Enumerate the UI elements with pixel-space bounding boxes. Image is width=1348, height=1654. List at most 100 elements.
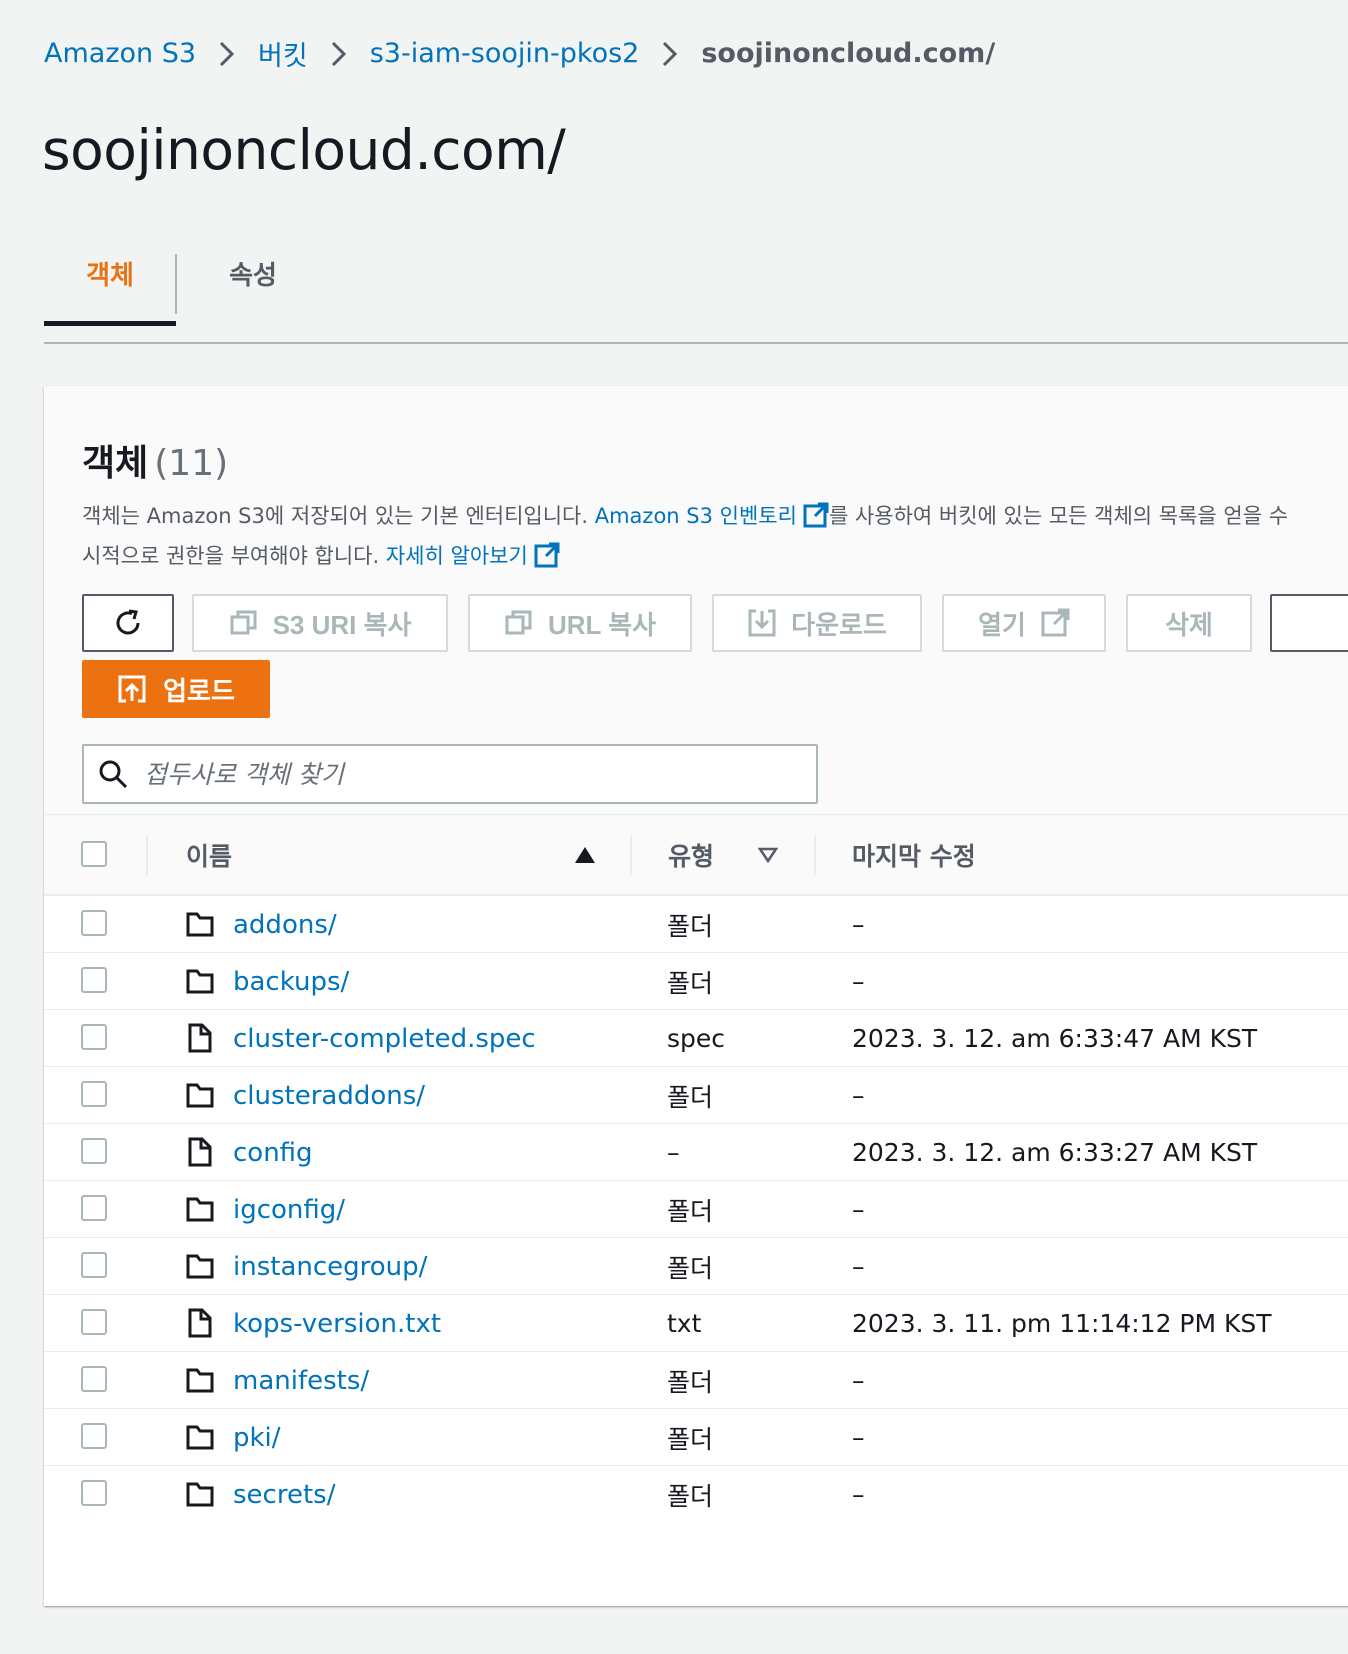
refresh-icon bbox=[116, 609, 140, 635]
object-link[interactable]: manifests/ bbox=[233, 1352, 369, 1409]
page-title: soojinoncloud.com/ bbox=[42, 118, 566, 182]
upload-button[interactable]: 업로드 bbox=[82, 660, 270, 718]
object-last-modified: – bbox=[852, 1366, 865, 1395]
panel-header: 객체 (11) 객체는 Amazon S3에 저장되어 있는 기본 엔터티입니다.… bbox=[44, 386, 1348, 858]
object-type: 폴더 bbox=[667, 1424, 714, 1454]
download-icon bbox=[748, 609, 776, 637]
object-last-modified: 2023. 3. 11. pm 11:14:12 PM KST bbox=[852, 1309, 1272, 1338]
breadcrumb: Amazon S3 버킷 s3-iam-soojin-pkos2 soojino… bbox=[44, 34, 995, 73]
panel-title: 객체 (11) bbox=[82, 434, 228, 486]
column-header-type[interactable]: 유형 bbox=[668, 815, 808, 895]
learn-more-link[interactable]: 자세히 알아보기 bbox=[386, 544, 528, 568]
row-checkbox[interactable] bbox=[81, 910, 107, 936]
table-row: config – 2023. 3. 12. am 6:33:27 AM KST bbox=[44, 1124, 1348, 1181]
object-last-modified: – bbox=[852, 967, 865, 996]
breadcrumb-bucket[interactable]: s3-iam-soojin-pkos2 bbox=[370, 38, 640, 69]
tab-bar: 객체 속성 bbox=[44, 240, 1348, 344]
table-row: instancegroup/ 폴더 – bbox=[44, 1238, 1348, 1295]
row-checkbox[interactable] bbox=[81, 1195, 107, 1221]
column-separator bbox=[814, 835, 816, 875]
folder-icon bbox=[186, 1197, 214, 1222]
row-checkbox[interactable] bbox=[81, 1138, 107, 1164]
object-last-modified: – bbox=[852, 1423, 865, 1452]
object-link[interactable]: secrets/ bbox=[233, 1466, 335, 1523]
folder-icon bbox=[186, 1425, 214, 1450]
row-checkbox[interactable] bbox=[81, 1423, 107, 1449]
breadcrumb-buckets[interactable]: 버킷 bbox=[258, 34, 308, 73]
copy-url-label: URL 복사 bbox=[547, 609, 657, 640]
object-list: addons/ 폴더 – backups/ 폴더 – cluster-compl… bbox=[44, 896, 1348, 1523]
object-type: 폴더 bbox=[667, 968, 714, 998]
tab-divider bbox=[175, 254, 177, 314]
download-button[interactable]: 다운로드 bbox=[712, 594, 922, 652]
object-link[interactable]: backups/ bbox=[233, 953, 349, 1010]
description-text-3: 시적으로 권한을 부여해야 합니다. bbox=[82, 544, 386, 568]
column-separator bbox=[630, 835, 632, 875]
select-all-checkbox[interactable] bbox=[81, 841, 107, 867]
copy-s3-uri-label: S3 URI 복사 bbox=[272, 609, 412, 640]
object-type: 폴더 bbox=[667, 1367, 714, 1397]
table-row: manifests/ 폴더 – bbox=[44, 1352, 1348, 1409]
table-row: cluster-completed.spec spec 2023. 3. 12.… bbox=[44, 1010, 1348, 1067]
table-row: addons/ 폴더 – bbox=[44, 896, 1348, 953]
open-button[interactable]: 열기 bbox=[942, 594, 1106, 652]
upload-label: 업로드 bbox=[163, 675, 235, 706]
column-header-modified-label: 마지막 수정 bbox=[852, 842, 976, 871]
row-checkbox[interactable] bbox=[81, 1024, 107, 1050]
refresh-button[interactable] bbox=[82, 594, 174, 652]
column-header-name-label: 이름 bbox=[186, 842, 233, 871]
column-header-last-modified[interactable]: 마지막 수정 bbox=[852, 815, 976, 895]
object-link[interactable]: igconfig/ bbox=[233, 1181, 345, 1238]
object-link[interactable]: kops-version.txt bbox=[233, 1295, 441, 1352]
object-link[interactable]: cluster-completed.spec bbox=[233, 1010, 536, 1067]
row-checkbox[interactable] bbox=[81, 1252, 107, 1278]
breadcrumb-amazon-s3[interactable]: Amazon S3 bbox=[44, 38, 196, 69]
row-checkbox[interactable] bbox=[81, 1309, 107, 1335]
object-type: txt bbox=[667, 1309, 702, 1338]
tab-properties[interactable]: 속성 bbox=[178, 222, 328, 324]
row-checkbox[interactable] bbox=[81, 967, 107, 993]
object-link[interactable]: config bbox=[233, 1124, 313, 1181]
sort-ascending-icon bbox=[575, 847, 595, 863]
table-header: 이름 유형 마지막 수정 bbox=[44, 814, 1348, 896]
table-row: backups/ 폴더 – bbox=[44, 953, 1348, 1010]
copy-s3-uri-button[interactable]: S3 URI 복사 bbox=[192, 594, 448, 652]
object-link[interactable]: addons/ bbox=[233, 896, 337, 953]
row-checkbox[interactable] bbox=[81, 1081, 107, 1107]
chevron-right-icon bbox=[649, 39, 691, 69]
object-last-modified: – bbox=[852, 1195, 865, 1224]
column-header-type-label: 유형 bbox=[668, 842, 715, 871]
folder-icon bbox=[186, 1368, 214, 1393]
description-text: 객체는 Amazon S3에 저장되어 있는 기본 엔터티입니다. bbox=[82, 504, 595, 528]
external-link-icon[interactable] bbox=[534, 541, 560, 568]
panel-title-text: 객체 bbox=[82, 443, 149, 484]
search-input[interactable] bbox=[144, 759, 804, 789]
actions-button[interactable] bbox=[1270, 594, 1348, 652]
object-type: spec bbox=[667, 1024, 726, 1053]
chevron-right-icon bbox=[206, 39, 248, 69]
folder-icon bbox=[186, 1254, 214, 1279]
copy-icon bbox=[505, 610, 532, 635]
search-icon bbox=[99, 760, 128, 789]
object-link[interactable]: clusteraddons/ bbox=[233, 1067, 425, 1124]
row-checkbox[interactable] bbox=[81, 1366, 107, 1392]
file-icon bbox=[188, 1137, 212, 1167]
copy-url-button[interactable]: URL 복사 bbox=[468, 594, 692, 652]
object-link[interactable]: pki/ bbox=[233, 1409, 281, 1466]
column-header-name[interactable]: 이름 bbox=[186, 815, 606, 895]
external-link-icon bbox=[1041, 608, 1070, 637]
external-link-icon[interactable] bbox=[803, 501, 829, 528]
upload-icon bbox=[118, 675, 146, 703]
panel-description-line1: 객체는 Amazon S3에 저장되어 있는 기본 엔터티입니다. Amazon… bbox=[82, 496, 1348, 536]
row-checkbox[interactable] bbox=[81, 1480, 107, 1506]
object-last-modified: 2023. 3. 12. am 6:33:47 AM KST bbox=[852, 1024, 1258, 1053]
tab-objects[interactable]: 객체 bbox=[44, 222, 176, 326]
object-link[interactable]: instancegroup/ bbox=[233, 1238, 427, 1295]
inventory-link[interactable]: Amazon S3 인벤토리 bbox=[595, 504, 797, 528]
table-row: kops-version.txt txt 2023. 3. 11. pm 11:… bbox=[44, 1295, 1348, 1352]
sort-icon bbox=[758, 847, 778, 863]
copy-icon bbox=[230, 610, 257, 635]
table-row: clusteraddons/ 폴더 – bbox=[44, 1067, 1348, 1124]
delete-button[interactable]: 삭제 bbox=[1126, 594, 1252, 652]
table-row: igconfig/ 폴더 – bbox=[44, 1181, 1348, 1238]
